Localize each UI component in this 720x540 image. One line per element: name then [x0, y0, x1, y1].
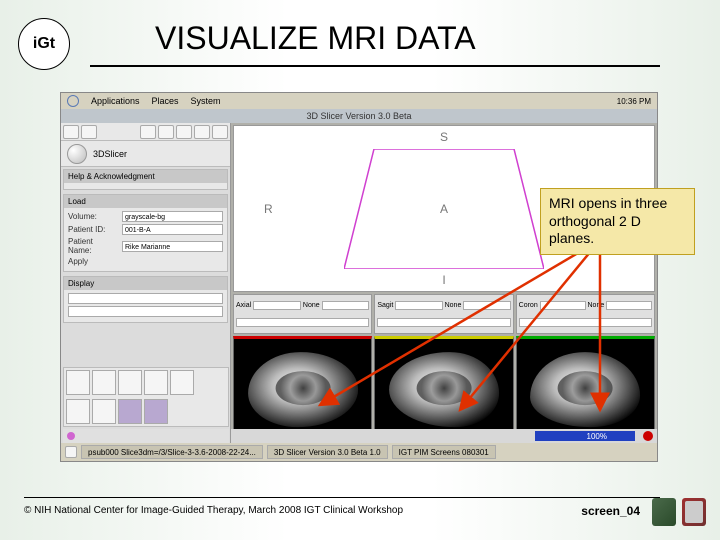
- slice-slider[interactable]: [395, 301, 442, 310]
- task-item[interactable]: IGT PIM Screens 080301: [392, 445, 496, 459]
- menu-places[interactable]: Places: [152, 96, 179, 106]
- thumb[interactable]: [92, 370, 116, 395]
- tool-button[interactable]: [194, 125, 210, 139]
- redo-icon[interactable]: [158, 125, 174, 139]
- slice-slider[interactable]: [519, 318, 652, 327]
- thumb[interactable]: [118, 370, 142, 395]
- slice-view-sagittal[interactable]: [374, 336, 513, 441]
- slice-ctrl-axial: Axial None: [233, 294, 372, 334]
- display-field[interactable]: [68, 293, 223, 304]
- selector-dot-icon[interactable]: [67, 432, 75, 440]
- thumb[interactable]: [66, 399, 90, 424]
- thumb[interactable]: [170, 370, 194, 395]
- undo-icon[interactable]: [140, 125, 156, 139]
- orient-a: A: [440, 202, 448, 216]
- slice-slider[interactable]: [463, 301, 510, 310]
- orient-r: R: [264, 202, 273, 216]
- patient-label: Patient ID:: [68, 225, 118, 234]
- volume-input[interactable]: grayscale-bg: [122, 211, 223, 222]
- orient-i: I: [442, 273, 445, 287]
- nih-logo: iGt: [18, 18, 70, 70]
- name-label: Patient Name:: [68, 237, 118, 255]
- load-panel: Load Volume: grayscale-bg Patient ID: 00…: [63, 194, 228, 272]
- slice-slider[interactable]: [322, 301, 370, 310]
- ctrl-label: None: [303, 302, 320, 309]
- title-rule: [90, 65, 660, 67]
- thumb[interactable]: [144, 370, 168, 395]
- ctrl-label: None: [588, 302, 605, 309]
- help-panel: Help & Acknowledgment: [63, 169, 228, 190]
- slide-number: screen_04: [581, 504, 640, 518]
- task-item[interactable]: psub000 Slice3dm=/3/Slice-3-3.6-2008-22-…: [81, 445, 263, 459]
- footer-logo-2: [682, 498, 706, 526]
- slice-ctrl-sagittal: Sagit None: [374, 294, 513, 334]
- slice-slider[interactable]: [236, 318, 369, 327]
- footer-text: © NIH National Center for Image-Guided T…: [24, 505, 403, 516]
- slice-views: [233, 336, 655, 441]
- slicer-icon: [67, 144, 87, 164]
- ctrl-label: None: [445, 302, 462, 309]
- cancel-icon[interactable]: [643, 431, 653, 441]
- load-header[interactable]: Load: [64, 195, 227, 208]
- display-header[interactable]: Display: [64, 277, 227, 290]
- ctrl-label: Sagit: [377, 302, 393, 309]
- footer-logo-1: [652, 498, 676, 526]
- home-icon[interactable]: [63, 125, 79, 139]
- tool-button[interactable]: [212, 125, 228, 139]
- progress-pct: 100%: [587, 432, 607, 441]
- slice-controls: Axial None Sagit None Coron None: [233, 294, 655, 334]
- display-field[interactable]: [68, 306, 223, 317]
- slide: iGt VISUALIZE MRI DATA Applications Plac…: [0, 0, 720, 540]
- progress-area: 100%: [231, 429, 657, 443]
- apply-button[interactable]: Apply: [68, 257, 118, 266]
- volume-label: Volume:: [68, 212, 118, 221]
- patient-input[interactable]: 001-B-A: [122, 224, 223, 235]
- progress-bar: [535, 431, 635, 441]
- slice-ctrl-coronal: Coron None: [516, 294, 655, 334]
- slice-slider[interactable]: [606, 301, 652, 310]
- name-input[interactable]: Rike Marianne: [122, 241, 223, 252]
- selector-bar: [63, 429, 229, 443]
- window-title: 3D Slicer Version 3.0 Beta: [61, 109, 657, 123]
- menu-system[interactable]: System: [191, 96, 221, 106]
- gnome-foot-icon: [67, 95, 79, 107]
- tool-button[interactable]: [81, 125, 97, 139]
- toolbar: [61, 123, 230, 141]
- thumb[interactable]: [92, 399, 116, 424]
- menu-apps[interactable]: Applications: [91, 96, 140, 106]
- start-icon[interactable]: [65, 446, 77, 458]
- task-item[interactable]: 3D Slicer Version 3.0 Beta 1.0: [267, 445, 388, 459]
- footer-rule: [24, 497, 660, 498]
- slicer-label: 3DSlicer: [93, 149, 127, 159]
- slice-slider[interactable]: [377, 318, 510, 327]
- main-view: S I R A L AxialNone SagitNone: [231, 123, 657, 443]
- logo-text: iGt: [33, 35, 55, 53]
- callout-box: MRI opens in three orthogonal 2 D planes…: [540, 188, 695, 255]
- slice-view-coronal[interactable]: [516, 336, 655, 441]
- thumbnail-strip: [63, 367, 229, 427]
- tool-button[interactable]: [176, 125, 192, 139]
- thumb-selected[interactable]: [118, 399, 142, 424]
- screenshot-panel: Applications Places System 10:36 PM 3D S…: [60, 92, 658, 462]
- thumb[interactable]: [66, 370, 90, 395]
- desktop-menubar: Applications Places System 10:36 PM: [61, 93, 657, 109]
- taskbar: psub000 Slice3dm=/3/Slice-3-3.6-2008-22-…: [61, 443, 657, 461]
- slice-slider[interactable]: [253, 301, 301, 310]
- display-panel: Display: [63, 276, 228, 323]
- help-header[interactable]: Help & Acknowledgment: [64, 170, 227, 183]
- slice-view-axial[interactable]: [233, 336, 372, 441]
- orient-s: S: [440, 130, 448, 144]
- ctrl-label: Coron: [519, 302, 538, 309]
- module-row: 3DSlicer: [61, 141, 230, 167]
- slice-slider[interactable]: [540, 301, 586, 310]
- clock: 10:36 PM: [617, 97, 651, 106]
- ctrl-label: Axial: [236, 302, 251, 309]
- thumb-selected[interactable]: [144, 399, 168, 424]
- slide-title: VISUALIZE MRI DATA: [155, 20, 476, 57]
